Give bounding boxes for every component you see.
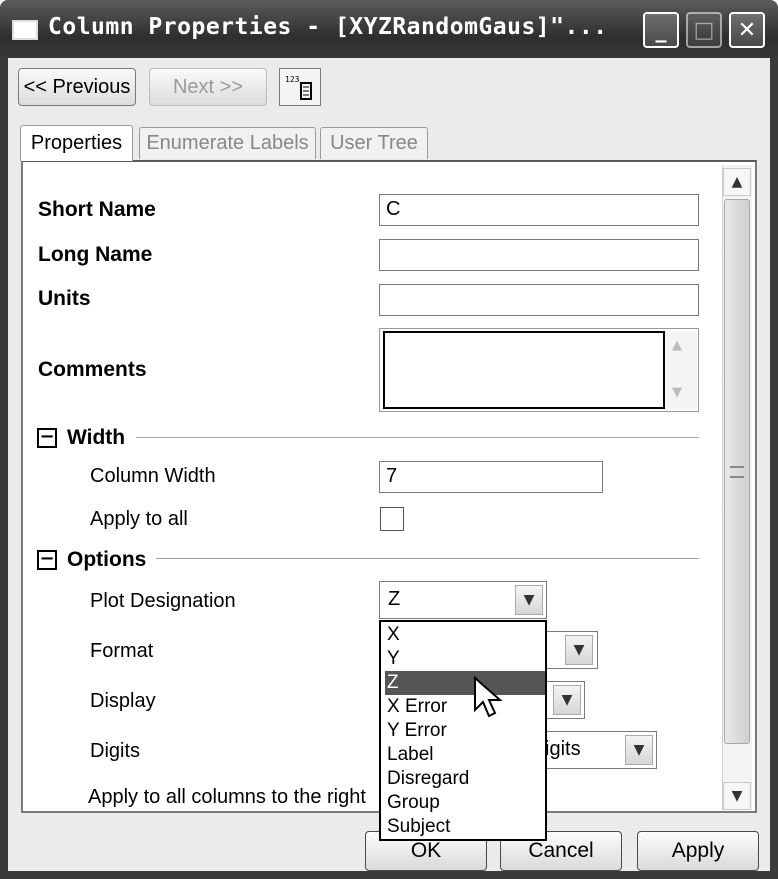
units-label: Units (38, 287, 91, 310)
display-chevron-down-icon[interactable]: ▼ (553, 685, 581, 715)
scroll-down-button[interactable]: ▼ (723, 782, 751, 810)
long-name-label: Long Name (38, 243, 153, 266)
column-info-icon: 123 (285, 75, 312, 100)
width-section-divider (136, 437, 699, 438)
tab-enumerate-labels[interactable]: Enumerate Labels (139, 127, 316, 159)
next-button[interactable]: Next >> (149, 68, 267, 106)
comments-label: Comments (38, 358, 147, 381)
window-title: Column Properties - [XYZRandomGaus]"... (48, 14, 608, 40)
digits-label: Digits (90, 740, 141, 762)
mouse-cursor-icon (473, 675, 503, 724)
short-name-label: Short Name (38, 198, 156, 221)
options-section-divider (156, 558, 699, 559)
dropdown-option-y[interactable]: Y (385, 647, 545, 671)
column-width-input[interactable]: 7 (379, 461, 603, 493)
dropdown-option-group[interactable]: Group (385, 791, 545, 815)
dropdown-option-x[interactable]: X (385, 623, 545, 647)
comments-scroll-up-icon[interactable]: ▲ (672, 338, 682, 353)
previous-button[interactable]: << Previous (18, 68, 136, 106)
display-label: Display (90, 690, 156, 712)
width-section-header: Width (67, 426, 126, 449)
options-collapse-icon[interactable]: − (37, 550, 57, 570)
comments-textarea[interactable] (383, 331, 665, 409)
close-button[interactable]: ✕ (729, 12, 765, 48)
dropdown-option-x-error[interactable]: X Error (385, 695, 545, 719)
dropdown-option-disregard[interactable]: Disregard (385, 767, 545, 791)
apply-to-all-label: Apply to all (90, 508, 188, 530)
apply-right-label: Apply to all columns to the right (88, 786, 366, 808)
comments-scroll-down-icon[interactable]: ▼ (672, 385, 682, 400)
tab-user-tree[interactable]: User Tree (320, 127, 428, 159)
format-chevron-down-icon[interactable]: ▼ (565, 635, 593, 665)
scrollbar-grip (730, 466, 744, 478)
apply-button[interactable]: Apply (637, 831, 759, 871)
scroll-up-button[interactable]: ▲ (723, 168, 751, 196)
dropdown-option-y-error[interactable]: Y Error (385, 719, 545, 743)
long-name-input[interactable] (379, 239, 699, 271)
format-label: Format (90, 640, 154, 662)
chevron-down-icon[interactable]: ▼ (515, 585, 543, 615)
plot-designation-label: Plot Designation (90, 590, 236, 612)
dropdown-option-label[interactable]: Label (385, 743, 545, 767)
scroll-up-icon: ▲ (731, 174, 743, 190)
digits-chevron-down-icon[interactable]: ▼ (625, 735, 653, 765)
tool-icon-text: 123 (285, 75, 300, 84)
dropdown-option-z[interactable]: Z (385, 671, 545, 695)
plot-designation-dropdown[interactable]: X Y Z X Error Y Error Label Disregard Gr… (379, 620, 547, 841)
tab-properties[interactable]: Properties (20, 125, 133, 161)
options-section-header: Options (67, 548, 147, 571)
column-info-tool-button[interactable]: 123 (279, 68, 321, 106)
dropdown-option-subject[interactable]: Subject (385, 815, 545, 839)
scroll-down-icon: ▼ (731, 788, 743, 804)
window-app-icon (12, 20, 38, 40)
maximize-button[interactable]: □ (686, 12, 722, 48)
column-width-label: Column Width (90, 465, 216, 487)
minimize-icon: _ (655, 17, 667, 43)
minimize-button[interactable]: _ (643, 12, 679, 48)
width-collapse-icon[interactable]: − (37, 428, 57, 448)
short-name-input[interactable]: C (379, 194, 699, 226)
apply-to-all-checkbox[interactable] (380, 507, 404, 531)
units-input[interactable] (379, 284, 699, 316)
close-icon: ✕ (737, 17, 757, 43)
maximize-icon: □ (693, 17, 715, 43)
